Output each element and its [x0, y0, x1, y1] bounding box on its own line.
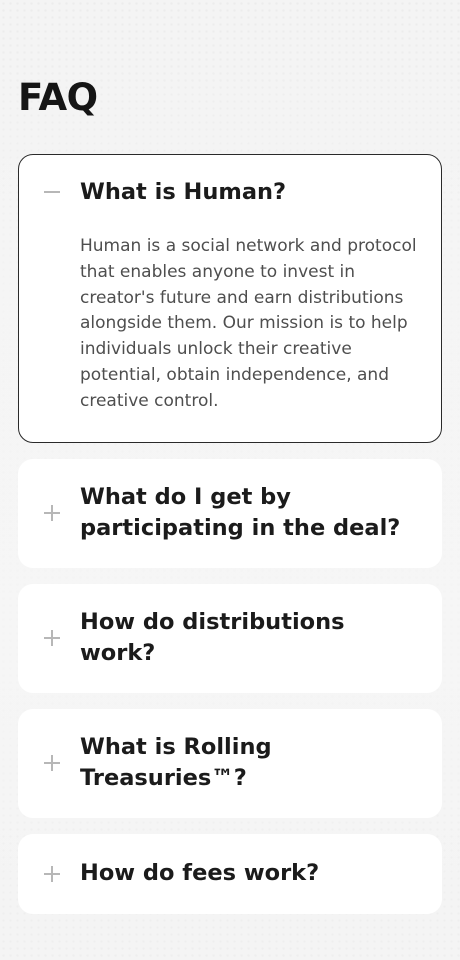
- faq-list: What is Human? Human is a social network…: [18, 154, 442, 914]
- faq-item-participating: What do I get by participating in the de…: [18, 458, 442, 568]
- plus-icon: [43, 629, 61, 647]
- faq-toggle-rolling-treasuries[interactable]: What is Rolling Treasuries™?: [19, 710, 441, 817]
- minus-icon: [43, 183, 61, 201]
- faq-item-rolling-treasuries: What is Rolling Treasuries™?: [18, 708, 442, 818]
- plus-icon: [43, 865, 61, 883]
- faq-page: FAQ What is Human? Human is a social net…: [0, 0, 460, 914]
- faq-item-distributions: How do distributions work?: [18, 583, 442, 693]
- faq-toggle-what-is-human[interactable]: What is Human?: [19, 155, 441, 229]
- faq-toggle-distributions[interactable]: How do distributions work?: [19, 585, 441, 692]
- faq-question: What is Rolling Treasuries™?: [80, 734, 272, 792]
- faq-question: What do I get by participating in the de…: [80, 484, 401, 542]
- faq-toggle-fees[interactable]: How do fees work?: [19, 835, 441, 913]
- plus-icon: [43, 754, 61, 772]
- faq-item-fees: How do fees work?: [18, 833, 442, 914]
- faq-question: How do fees work?: [80, 860, 320, 887]
- faq-question: How do distributions work?: [80, 609, 345, 667]
- faq-toggle-participating[interactable]: What do I get by participating in the de…: [19, 460, 441, 567]
- faq-answer: Human is a social network and protocol t…: [80, 236, 417, 411]
- faq-item-what-is-human: What is Human? Human is a social network…: [18, 154, 442, 443]
- page-title: FAQ: [18, 76, 98, 119]
- plus-icon: [43, 504, 61, 522]
- faq-question: What is Human?: [80, 178, 287, 205]
